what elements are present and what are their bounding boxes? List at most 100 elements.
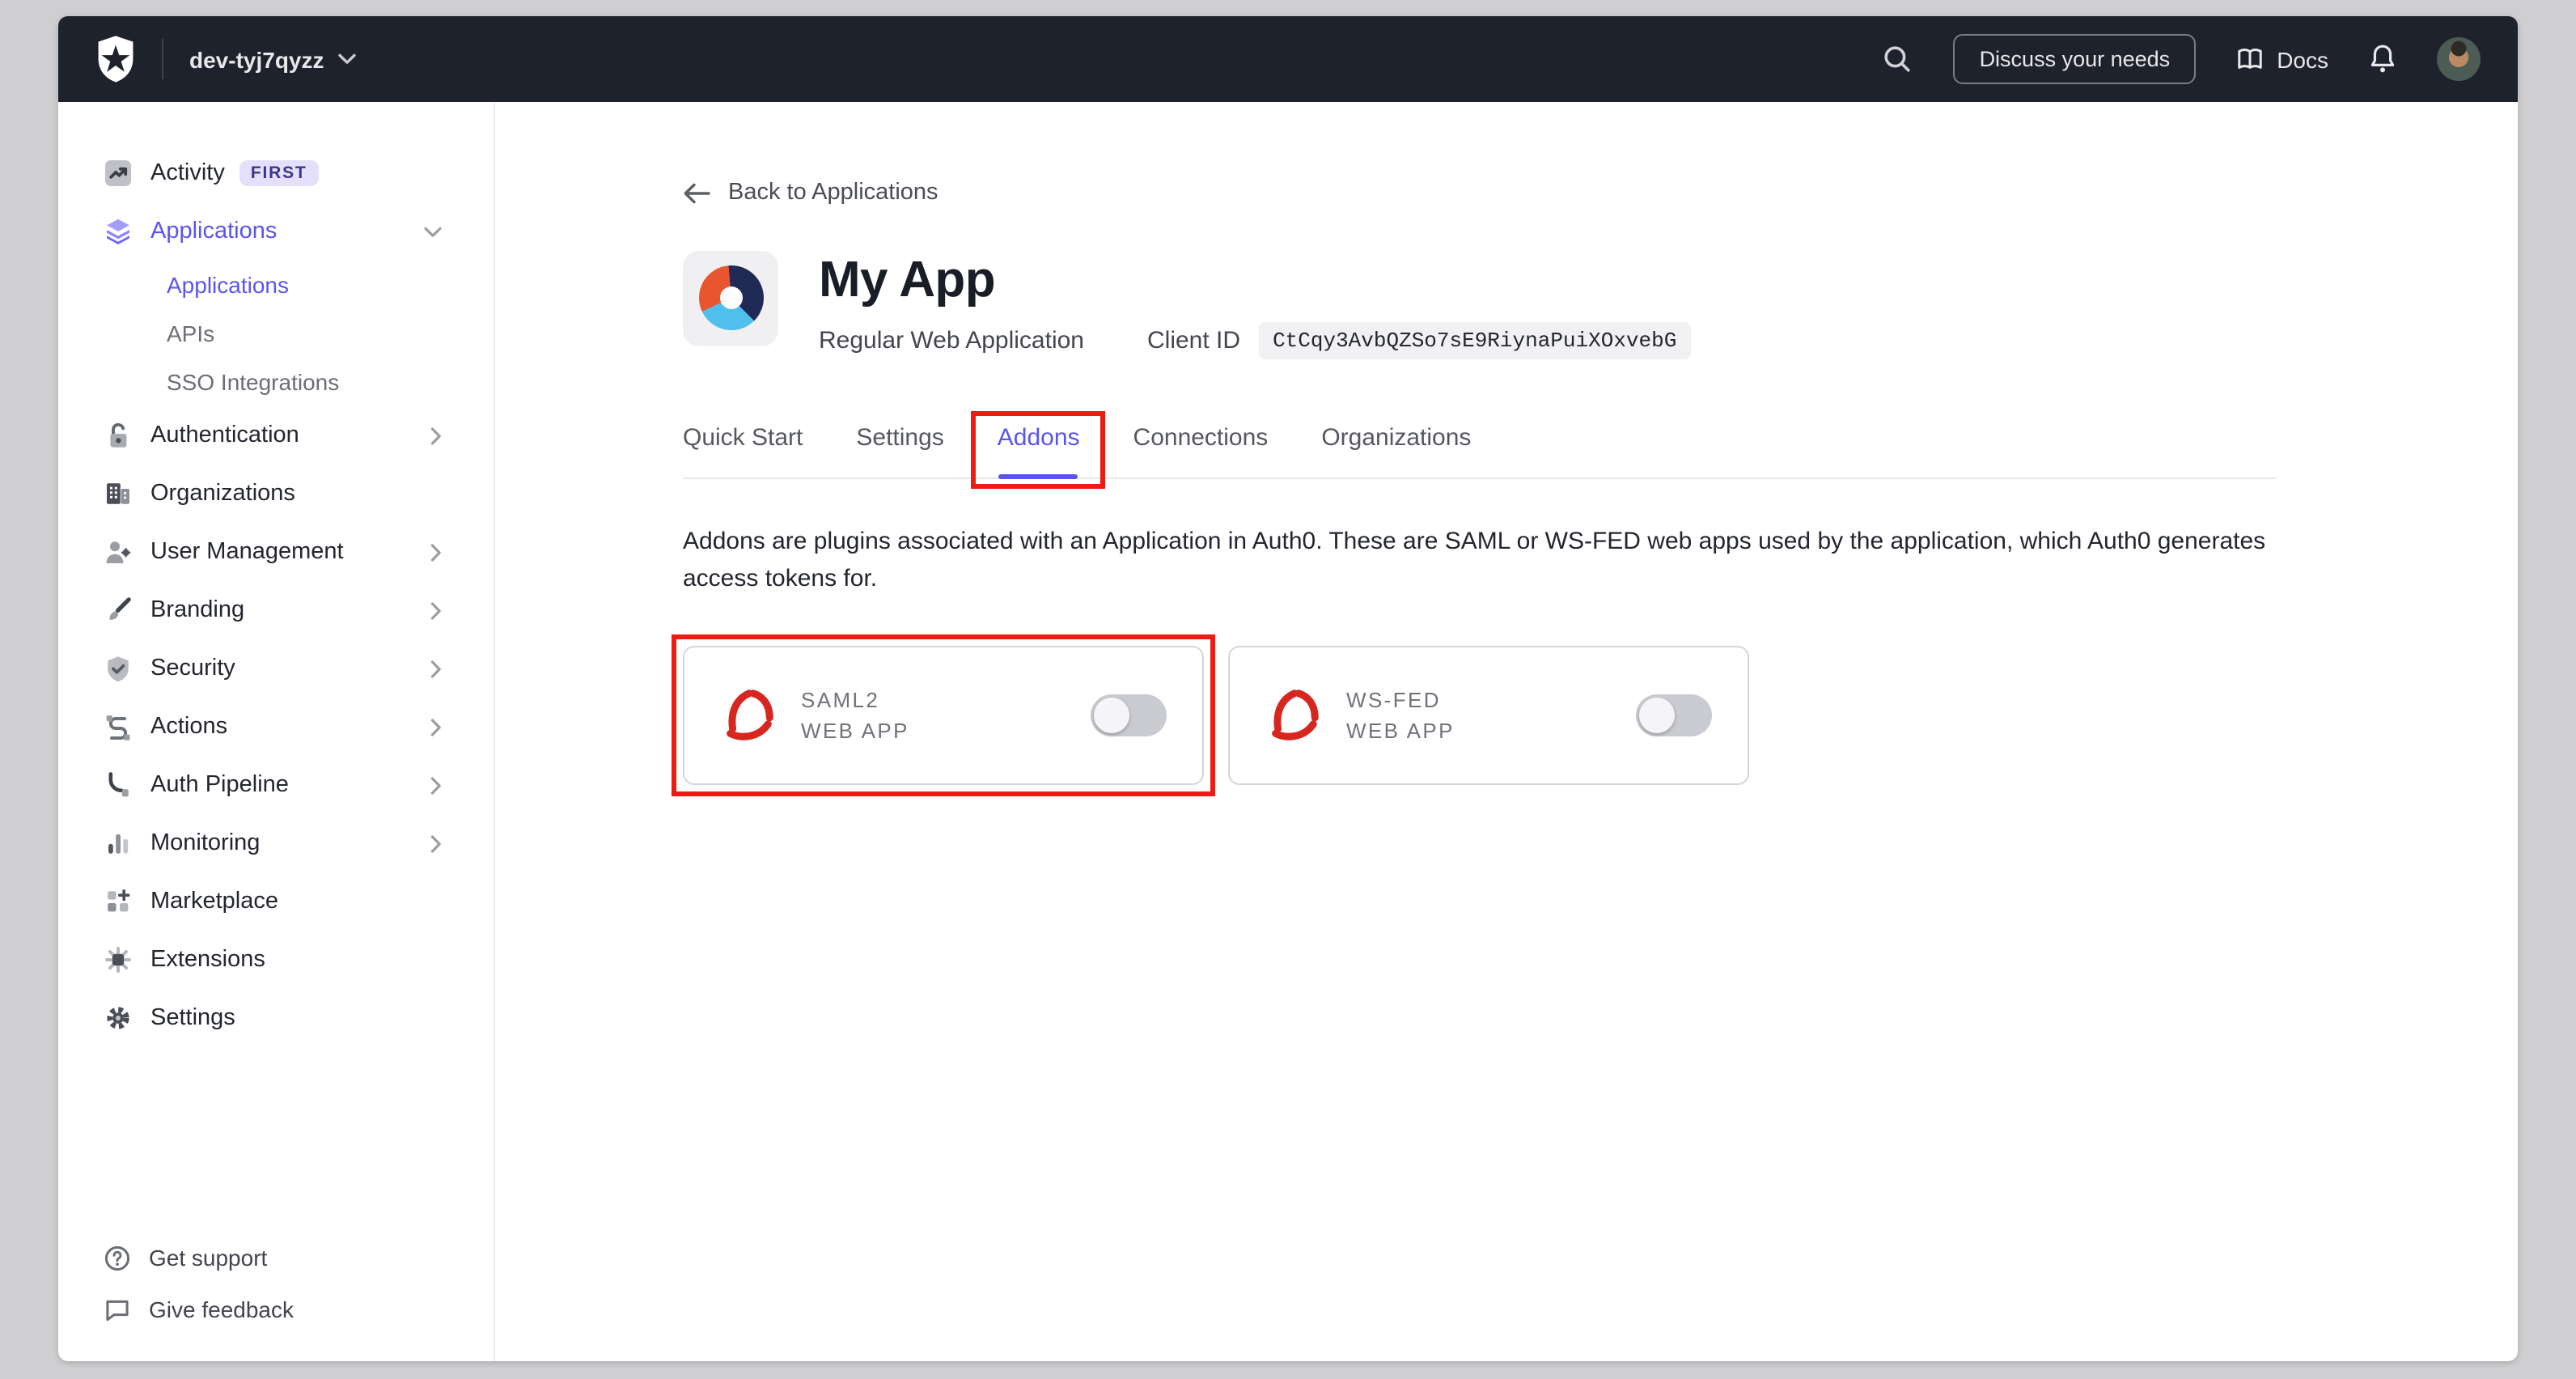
sidebar-item-monitoring[interactable]: Monitoring: [104, 814, 494, 872]
tab-connections[interactable]: Connections: [1133, 423, 1269, 477]
main-content: Back to Applications My App Regular Web …: [495, 102, 2518, 1361]
speech-bubble-icon: [104, 1296, 131, 1323]
toggle-knob: [1639, 697, 1675, 732]
chevron-right-icon: [430, 660, 442, 677]
sidebar-subitem-label: APIs: [167, 320, 214, 346]
sidebar-item-security[interactable]: Security: [104, 639, 494, 698]
sidebar-item-authentication[interactable]: Authentication: [104, 406, 494, 465]
user-avatar[interactable]: [2437, 37, 2481, 81]
sidebar-item-marketplace[interactable]: Marketplace: [104, 872, 494, 931]
addon-name-line1: WS-FED: [1346, 687, 1441, 711]
layers-icon: [104, 217, 133, 246]
sidebar-item-label: Actions: [150, 714, 227, 740]
sidebar-subitem-sso-integrations[interactable]: SSO Integrations: [104, 358, 494, 406]
chevron-down-icon: [424, 226, 442, 237]
sidebar-item-branding[interactable]: Branding: [104, 581, 494, 639]
saml-logo-icon: [1265, 686, 1322, 743]
client-id-label: Client ID: [1147, 326, 1240, 354]
shield-check-icon: [104, 654, 133, 683]
application-header: My App Regular Web Application Client ID…: [683, 250, 2453, 359]
docs-link[interactable]: Docs: [2236, 46, 2328, 72]
sidebar-item-label: Extensions: [150, 947, 265, 973]
addon-name-line2: WEB APP: [1346, 718, 1455, 742]
give-feedback-label: Give feedback: [149, 1296, 294, 1322]
app-window: dev-tyj7qyzz Discuss your needs Docs: [58, 16, 2518, 1361]
paintbrush-icon: [104, 596, 133, 625]
sidebar-item-label: User Management: [150, 539, 344, 565]
docs-label: Docs: [2277, 46, 2328, 72]
flow-icon: [104, 712, 133, 741]
gear-icon: [104, 1003, 133, 1033]
addon-card-wsfed[interactable]: WS-FED WEB APP: [1228, 645, 1749, 784]
first-badge: FIRST: [239, 160, 319, 187]
sidebar-item-settings[interactable]: Settings: [104, 989, 494, 1047]
get-support-label: Get support: [149, 1245, 267, 1271]
activity-icon: [104, 159, 133, 188]
chevron-right-icon: [430, 601, 442, 619]
sidebar: Activity FIRST Applications Applications: [58, 102, 495, 1361]
topbar-right: Discuss your needs Docs: [1883, 34, 2481, 84]
chevron-right-icon: [430, 543, 442, 561]
sidebar-item-auth-pipeline[interactable]: Auth Pipeline: [104, 756, 494, 814]
tab-quick-start[interactable]: Quick Start: [683, 423, 803, 477]
toggle-knob: [1094, 697, 1129, 732]
sidebar-item-label: Monitoring: [150, 830, 260, 856]
sidebar-item-label: Branding: [150, 597, 244, 623]
help-circle-icon: [104, 1244, 131, 1271]
back-to-applications-link[interactable]: Back to Applications: [683, 180, 938, 206]
sidebar-item-label: Applications: [150, 219, 277, 244]
book-icon: [2236, 47, 2264, 71]
notifications-bell-icon[interactable]: [2369, 44, 2396, 74]
auth0-logo-icon: [95, 36, 136, 83]
get-support-link[interactable]: Get support: [104, 1232, 494, 1284]
addons-card-row: SAML2 WEB APP WS-FED WEB APP: [683, 645, 2453, 784]
chevron-right-icon: [430, 718, 442, 736]
topbar-left: dev-tyj7qyzz: [95, 36, 357, 83]
content-row: Activity FIRST Applications Applications: [58, 102, 2518, 1361]
addon-name: SAML2 WEB APP: [801, 684, 909, 745]
application-title: My App: [819, 252, 1691, 307]
buildings-icon: [104, 479, 133, 508]
sidebar-subitem-label: SSO Integrations: [167, 369, 339, 395]
wsfed-toggle[interactable]: [1636, 694, 1712, 736]
tenant-switcher[interactable]: dev-tyj7qyzz: [189, 46, 357, 72]
user-gear-icon: [104, 537, 133, 566]
pipeline-icon: [104, 770, 133, 800]
saml2-toggle[interactable]: [1091, 694, 1167, 736]
sidebar-subitem-apis[interactable]: APIs: [104, 309, 494, 358]
page-background: dev-tyj7qyzz Discuss your needs Docs: [0, 0, 2576, 1379]
give-feedback-link[interactable]: Give feedback: [104, 1284, 494, 1335]
topbar: dev-tyj7qyzz Discuss your needs Docs: [58, 16, 2518, 102]
sidebar-item-label: Settings: [150, 1005, 235, 1031]
application-logo: [683, 250, 778, 346]
sidebar-item-label: Activity: [150, 160, 225, 186]
grid-plus-icon: [104, 887, 133, 916]
sidebar-item-applications[interactable]: Applications: [104, 202, 494, 261]
tab-organizations[interactable]: Organizations: [1321, 423, 1471, 477]
topbar-divider: [162, 39, 163, 79]
sidebar-item-activity[interactable]: Activity FIRST: [104, 144, 494, 202]
sidebar-item-label: Authentication: [150, 422, 299, 448]
tab-settings[interactable]: Settings: [856, 423, 943, 477]
sidebar-spacer: [104, 1047, 494, 1232]
sidebar-item-label: Auth Pipeline: [150, 772, 289, 798]
addon-name-line1: SAML2: [801, 687, 879, 711]
sidebar-item-actions[interactable]: Actions: [104, 698, 494, 756]
addon-name-line2: WEB APP: [801, 718, 909, 742]
search-icon[interactable]: [1883, 44, 1913, 74]
sidebar-subitem-applications[interactable]: Applications: [104, 261, 494, 309]
chevron-right-icon: [430, 776, 442, 794]
client-id-value[interactable]: CtCqy3AvbQZSo7sE9RiynaPuiXOxvebG: [1258, 321, 1691, 359]
chevron-right-icon: [430, 426, 442, 444]
application-logo-donut: [698, 265, 763, 330]
saml-logo-icon: [720, 686, 777, 743]
chevron-down-icon: [339, 53, 357, 65]
tab-addons[interactable]: Addons: [998, 423, 1080, 477]
sidebar-item-extensions[interactable]: Extensions: [104, 931, 494, 989]
chip-icon: [104, 945, 133, 974]
discuss-your-needs-button[interactable]: Discuss your needs: [1954, 34, 2197, 84]
addon-card-saml2[interactable]: SAML2 WEB APP: [683, 645, 1204, 784]
sidebar-item-user-management[interactable]: User Management: [104, 523, 494, 581]
application-subtitle: Regular Web Application Client ID CtCqy3…: [819, 321, 1691, 359]
sidebar-item-organizations[interactable]: Organizations: [104, 465, 494, 523]
